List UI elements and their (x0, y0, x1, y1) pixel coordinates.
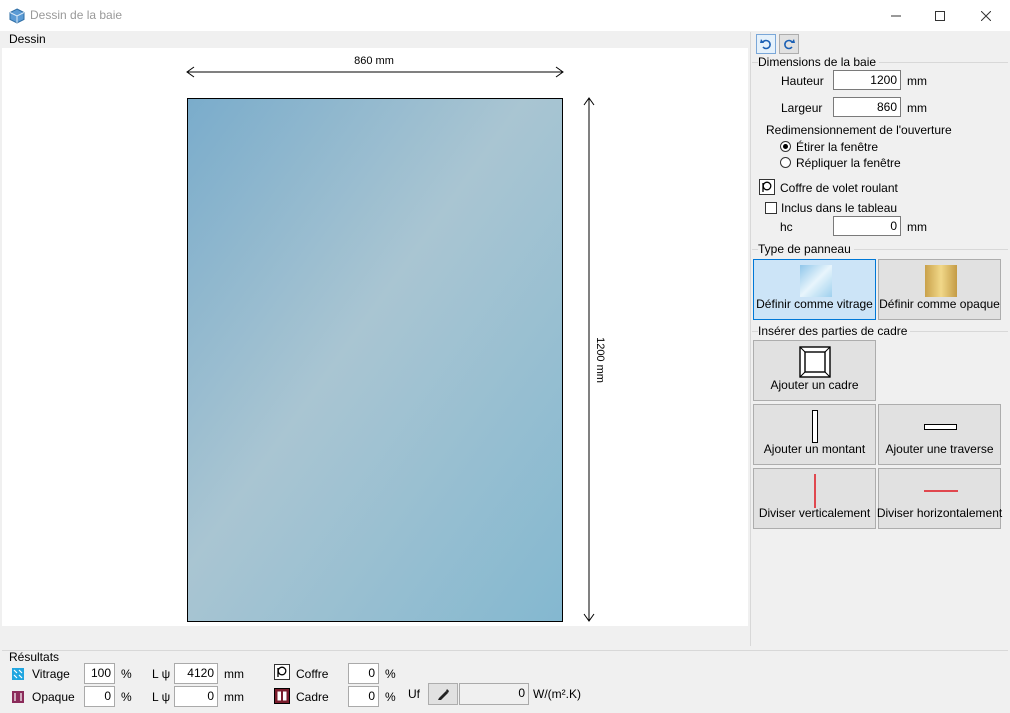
add-transom-label: Ajouter une traverse (885, 442, 994, 456)
largeur-input[interactable]: 860 (833, 97, 901, 117)
hauteur-label: Hauteur (781, 74, 824, 88)
radio-etirer-label[interactable]: Étirer la fenêtre (796, 140, 878, 154)
cadre-result-icon (274, 688, 290, 704)
uf-label: Uf (408, 687, 420, 701)
window-title: Dessin de la baie (30, 8, 123, 22)
uf-unit: W/(m².K) (533, 687, 581, 701)
split-horizontal-label: Diviser horizontalement (876, 506, 1003, 520)
frame-icon (799, 346, 831, 378)
add-mullion-button[interactable]: Ajouter un montant (753, 404, 876, 465)
vitrage-percent: % (121, 667, 132, 681)
coffre-label: Coffre de volet roulant (780, 181, 898, 195)
coffre-toggle-button[interactable] (759, 179, 775, 195)
title-bar: Dessin de la baie (0, 0, 1010, 31)
define-glazing-button[interactable]: Définir comme vitrage (753, 259, 876, 320)
split-vertical-label: Diviser verticalement (758, 506, 871, 520)
inclus-label[interactable]: Inclus dans le tableau (781, 201, 897, 215)
mullion-icon (812, 410, 818, 443)
resize-title: Redimensionnement de l'ouverture (766, 123, 952, 137)
split-vertical-icon (814, 474, 816, 508)
add-transom-button[interactable]: Ajouter une traverse (878, 404, 1001, 465)
glazing-icon (800, 265, 832, 297)
radio-repliquer[interactable] (780, 157, 791, 168)
vitrage-label: Vitrage (32, 667, 70, 681)
minimize-button[interactable] (873, 0, 919, 31)
results-title: Résultats (9, 650, 60, 664)
maximize-button[interactable] (917, 0, 963, 31)
uf-edit-button[interactable] (428, 683, 458, 705)
height-dimension-label: 1200 mm (594, 337, 606, 383)
opaque-legend-icon (12, 691, 24, 703)
dimensions-title: Dimensions de la baie (758, 55, 880, 69)
coffre-icon (762, 181, 772, 192)
height-dimension-arrow (583, 97, 595, 622)
glazing-legend-icon (12, 668, 24, 680)
opaque-value: 0 (84, 686, 115, 707)
lpsi-2-unit: mm (224, 690, 244, 704)
undo-button[interactable] (756, 34, 776, 54)
cadre-result-value: 0 (348, 686, 379, 707)
coffre-icon (277, 666, 287, 677)
close-icon (981, 10, 991, 21)
hc-input[interactable]: 0 (833, 216, 901, 236)
add-frame-label: Ajouter un cadre (770, 378, 859, 392)
add-frame-button[interactable]: Ajouter un cadre (753, 340, 876, 401)
undo-icon (760, 39, 771, 50)
maximize-icon (935, 10, 945, 21)
largeur-unit: mm (907, 101, 927, 115)
pencil-icon (438, 689, 449, 700)
cadre-result-label: Cadre (296, 690, 329, 704)
split-horizontal-icon (924, 490, 958, 492)
split-vertical-button[interactable]: Diviser verticalement (753, 468, 876, 529)
transom-icon (924, 424, 957, 430)
frame-parts-title: Insérer des parties de cadre (758, 324, 911, 338)
close-button[interactable] (963, 0, 1009, 31)
drawing-label: Dessin (9, 32, 46, 46)
app-icon (9, 8, 25, 24)
hc-unit: mm (907, 220, 927, 234)
lpsi-1-value: 4120 (174, 663, 218, 684)
glass-panel[interactable] (187, 98, 563, 622)
lpsi-2-label: L ψ (152, 690, 171, 704)
radio-etirer[interactable] (780, 141, 791, 152)
coffre-result-label: Coffre (296, 667, 329, 681)
split-horizontal-button[interactable]: Diviser horizontalement (876, 468, 1003, 529)
results-separator (2, 650, 1008, 651)
hauteur-input[interactable]: 1200 (833, 70, 901, 90)
hauteur-unit: mm (907, 74, 927, 88)
panel-separator (750, 32, 751, 646)
define-opaque-button[interactable]: Définir comme opaque (878, 259, 1001, 320)
window-drawing: 860 mm 1200 mm (186, 55, 606, 622)
lpsi-1-label: L ψ (152, 667, 171, 681)
opaque-percent: % (121, 690, 132, 704)
hc-label: hc (780, 220, 793, 234)
coffre-percent: % (385, 667, 396, 681)
largeur-label: Largeur (781, 101, 823, 115)
panel-type-title: Type de panneau (758, 242, 854, 256)
radio-repliquer-label[interactable]: Répliquer la fenêtre (796, 156, 901, 170)
opaque-icon (925, 265, 957, 297)
cadre-percent: % (385, 690, 396, 704)
minimize-icon (891, 15, 901, 16)
coffre-result-icon (274, 664, 290, 680)
lpsi-2-value: 0 (174, 686, 218, 707)
redo-button[interactable] (779, 34, 799, 54)
add-mullion-label: Ajouter un montant (763, 442, 866, 456)
define-opaque-label: Définir comme opaque (879, 297, 1000, 311)
redo-icon (784, 39, 795, 50)
width-dimension-arrow (186, 66, 564, 78)
width-dimension-label: 860 mm (354, 55, 394, 67)
opaque-label: Opaque (32, 690, 75, 704)
define-glazing-label: Définir comme vitrage (756, 297, 873, 311)
vitrage-value: 100 (84, 663, 115, 684)
lpsi-1-unit: mm (224, 667, 244, 681)
inclus-checkbox[interactable] (765, 202, 777, 214)
uf-value: 0 (459, 683, 529, 705)
coffre-result-value: 0 (348, 663, 379, 684)
